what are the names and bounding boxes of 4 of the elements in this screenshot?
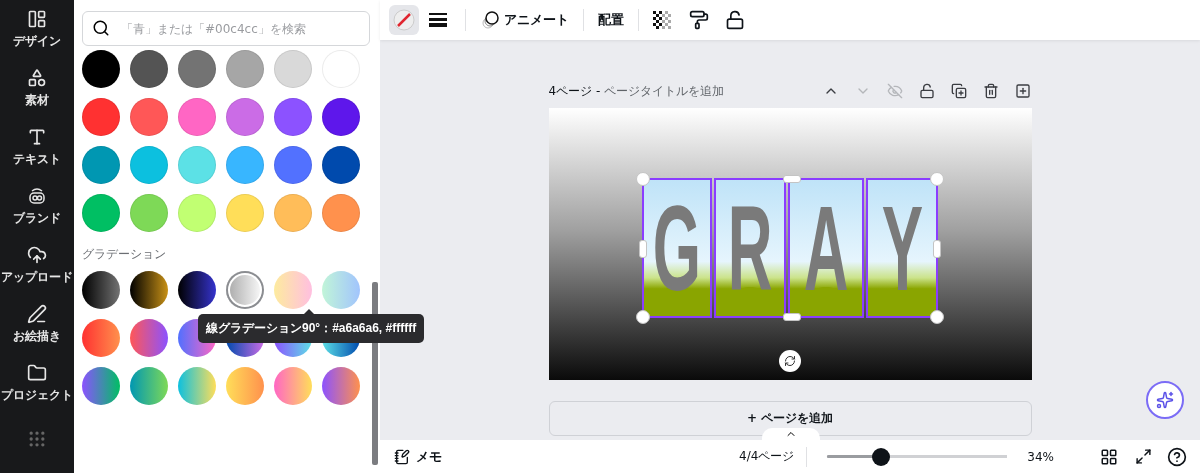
zoom-reading: 34% [1027, 449, 1054, 464]
section-heading: グラデーション [82, 246, 167, 263]
tooltip: 線グラデーション90°：#a6a6a6, #ffffff [198, 314, 425, 343]
page-number: 4ページ - [548, 82, 601, 100]
